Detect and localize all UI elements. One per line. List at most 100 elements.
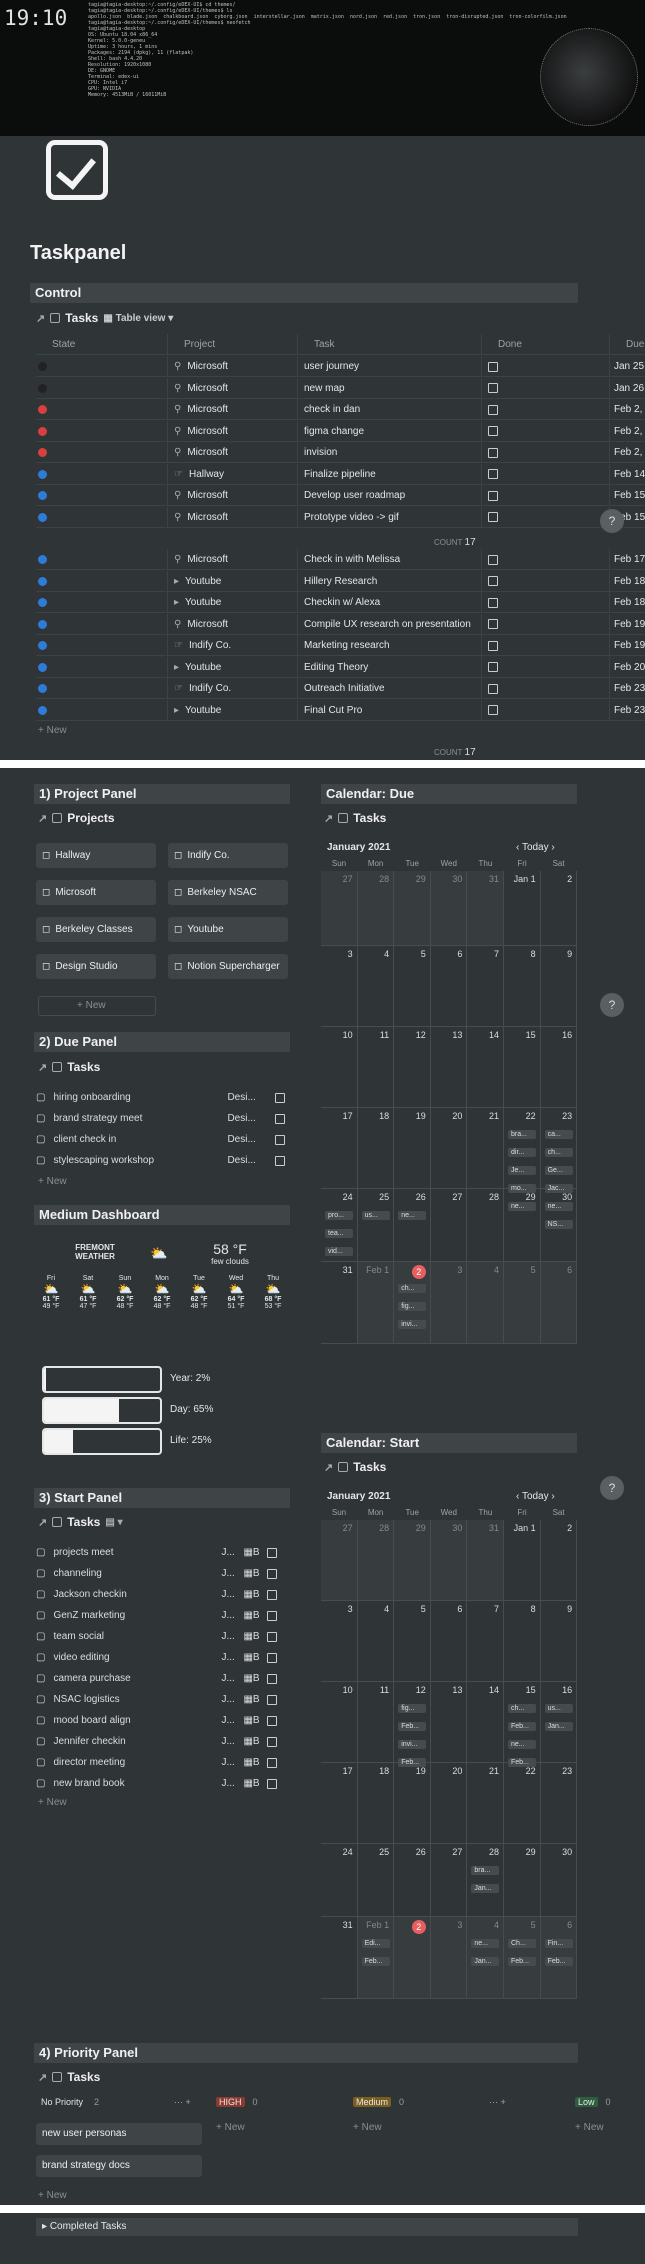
calendar-day[interactable]: 28 [467, 1844, 504, 1917]
event-chip[interactable]: Jan... [544, 1722, 573, 1731]
project-card[interactable]: ◻ Youtube [168, 917, 288, 942]
event-chip[interactable]: ne... [471, 1939, 500, 1948]
calendar-day[interactable]: Jan 1 [504, 871, 541, 946]
column-header[interactable]: Task [298, 334, 482, 355]
done-checkbox[interactable] [266, 1673, 277, 1684]
group-new-button[interactable]: + New [353, 2122, 382, 2133]
event-chip[interactable]: invi... [398, 1740, 427, 1749]
cal-db-title[interactable]: ↗ Tasks [324, 811, 386, 825]
event-chip[interactable]: ch... [544, 1148, 573, 1157]
task-cell[interactable]: Outreach Initiative [298, 678, 482, 699]
list-view-toggle[interactable]: ▤ ▾ [105, 1517, 122, 1528]
project-cell[interactable]: ⚲ Microsoft [168, 356, 298, 377]
project-card[interactable]: ◻ Hallway [36, 843, 156, 868]
projects-db-title[interactable]: ↗ Projects [38, 811, 115, 825]
calendar-day[interactable]: 4 [357, 946, 395, 1027]
task-cell[interactable]: new map [298, 377, 482, 399]
list-item[interactable]: ▢ hiring onboarding Desi... [36, 1087, 286, 1108]
calendar-day[interactable]: 20 [430, 1108, 468, 1189]
calendar-day[interactable]: 31 [467, 1520, 504, 1601]
event-chip[interactable]: ne... [398, 1211, 427, 1220]
calendar-day[interactable]: 27 [430, 1844, 468, 1917]
list-item[interactable]: ▢ NSAC logistics J... ▦ B [36, 1689, 286, 1710]
due-cell[interactable]: Feb 2, [610, 442, 645, 463]
due-cell[interactable]: Feb 20 [610, 657, 645, 678]
done-checkbox[interactable] [488, 469, 498, 479]
task-cell[interactable]: Hillery Research [298, 570, 482, 592]
event-chip[interactable]: fig... [398, 1302, 427, 1311]
calendar-day[interactable]: 28 [467, 1189, 504, 1262]
done-checkbox[interactable] [266, 1778, 277, 1789]
list-item[interactable]: ▢ Jackson checkin J... ▦ B [36, 1584, 286, 1605]
calendar-day[interactable]: 20 [430, 1763, 468, 1844]
done-checkbox[interactable] [488, 383, 498, 393]
priority-group-header[interactable]: No Priority 2 [38, 2097, 99, 2107]
event-chip[interactable]: ca... [544, 1130, 573, 1139]
event-chip[interactable]: ne... [508, 1740, 536, 1749]
task-cell[interactable]: Compile UX research on presentation [298, 613, 482, 635]
priority-card[interactable]: new user personas [36, 2123, 202, 2145]
calendar-day[interactable]: 26 [394, 1189, 431, 1262]
calendar-day[interactable]: 31 [467, 871, 504, 946]
help-button[interactable]: ? [600, 1476, 624, 1500]
calendar-day[interactable]: 6 [430, 1601, 468, 1682]
calendar-day[interactable]: Feb 1 [357, 1262, 395, 1344]
done-checkbox[interactable] [266, 1610, 277, 1621]
calendar-day[interactable]: 28 [357, 1520, 395, 1601]
table-view-toggle[interactable]: ▦ Table view ▾ [103, 313, 173, 324]
table-row[interactable]: ⚲ Microsoft figma change Feb 2, [36, 420, 645, 442]
due-cell[interactable]: Jan 25 [610, 356, 645, 377]
done-checkbox[interactable] [488, 512, 498, 522]
done-checkbox[interactable] [275, 1134, 286, 1145]
open-arrow-icon[interactable]: ↗ [324, 1461, 333, 1474]
due-cell[interactable]: Feb 17 [610, 549, 645, 570]
calendar-day[interactable]: 4 [357, 1601, 395, 1682]
table-row[interactable]: ▸ Youtube Checkin w/ Alexa Feb 18 [36, 592, 645, 613]
done-checkbox[interactable] [488, 705, 498, 715]
project-cell[interactable]: ▸ Youtube [168, 699, 298, 721]
done-checkbox[interactable] [266, 1589, 277, 1600]
calendar-day[interactable]: 29 [504, 1189, 541, 1262]
list-item[interactable]: ▢ camera purchase J... ▦ B [36, 1668, 286, 1689]
task-cell[interactable]: Check in with Melissa [298, 549, 482, 570]
event-chip[interactable]: tea... [325, 1229, 353, 1238]
task-cell[interactable]: Marketing research [298, 635, 482, 656]
due-cell[interactable]: Feb 23 [610, 700, 645, 721]
start-new-button[interactable]: + New [38, 1797, 67, 1808]
calendar-day[interactable]: 24 [321, 1844, 358, 1917]
today-button[interactable]: Today [522, 842, 549, 853]
calendar-day[interactable]: 4 [467, 1262, 504, 1344]
table-row[interactable]: ☞ Indify Co. Outreach Initiative Feb 23 [36, 678, 645, 699]
event-chip[interactable]: ch... [508, 1704, 536, 1713]
priority-card[interactable]: brand strategy docs [36, 2155, 202, 2177]
table-row[interactable]: ⚲ Microsoft Compile UX research on presen… [36, 613, 645, 635]
calendar-day[interactable]: 13 [430, 1027, 468, 1108]
table-row[interactable]: ⚲ Microsoft Prototype video -> gif Feb 15 [36, 506, 645, 528]
calendar-day[interactable]: 16 [540, 1027, 578, 1108]
table-row[interactable]: ⚲ Microsoft invision Feb 2, [36, 442, 645, 463]
help-button[interactable]: ? [600, 993, 624, 1017]
done-checkbox[interactable] [488, 426, 498, 436]
list-item[interactable]: ▢ GenZ marketing J... ▦ B [36, 1605, 286, 1626]
event-chip[interactable]: Feb... [544, 1957, 573, 1966]
due-cell[interactable]: Feb 14 [610, 464, 645, 485]
column-header[interactable]: Due [610, 334, 645, 355]
done-checkbox[interactable] [488, 554, 498, 565]
project-cell[interactable]: ☞ Indify Co. [168, 678, 298, 699]
open-arrow-icon[interactable]: ↗ [38, 1516, 47, 1529]
calendar-day[interactable]: 31 [321, 1917, 358, 1999]
calendar-day[interactable]: 3 [321, 1601, 358, 1682]
control-new-button[interactable]: + New [38, 725, 67, 736]
calendar-day[interactable]: 5 [504, 1262, 541, 1344]
calendar-day[interactable]: 27 [430, 1189, 468, 1262]
done-checkbox[interactable] [488, 683, 498, 694]
list-item[interactable]: ▢ new brand book J... ▦ B [36, 1773, 286, 1794]
done-checkbox[interactable] [266, 1757, 277, 1768]
calendar-day[interactable]: 5 [394, 946, 431, 1027]
task-cell[interactable]: Finalize pipeline [298, 463, 482, 485]
table-row[interactable]: ⚲ Microsoft Develop user roadmap Feb 15 [36, 485, 645, 506]
calendar-day[interactable]: 18 [357, 1108, 395, 1189]
done-checkbox[interactable] [266, 1631, 277, 1642]
projects-new-button[interactable]: + New [38, 996, 156, 1016]
calendar-day[interactable]: 29 [394, 871, 431, 946]
